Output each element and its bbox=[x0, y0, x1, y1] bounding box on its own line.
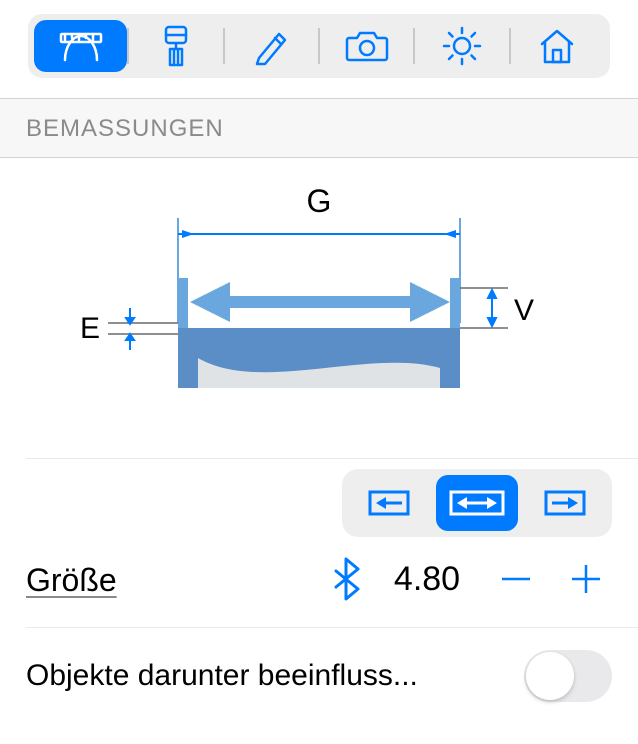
size-value[interactable]: 4.80 bbox=[384, 560, 470, 599]
sun-icon bbox=[441, 25, 483, 67]
toggle-knob bbox=[526, 652, 574, 700]
toolbar bbox=[28, 14, 610, 78]
alignment-segmented-control bbox=[342, 469, 612, 537]
align-left-icon bbox=[366, 488, 412, 518]
section-title: BEMASSUNGEN bbox=[26, 115, 224, 142]
size-value-line: 4.80 bbox=[330, 555, 612, 603]
align-center-icon bbox=[447, 488, 507, 518]
affect-objects-toggle[interactable] bbox=[524, 650, 612, 702]
measure-icon bbox=[55, 26, 107, 66]
align-left-option[interactable] bbox=[348, 475, 430, 531]
camera-tool[interactable] bbox=[320, 20, 413, 72]
affect-objects-label: Objekte darunter beeinfluss... bbox=[26, 659, 508, 693]
align-center-option[interactable] bbox=[436, 475, 518, 531]
size-label: Größe bbox=[26, 562, 117, 603]
pencil-icon bbox=[251, 26, 291, 66]
home-tool[interactable] bbox=[511, 20, 604, 72]
light-tool[interactable] bbox=[415, 20, 508, 72]
increase-button[interactable] bbox=[562, 555, 610, 603]
align-right-icon bbox=[542, 488, 588, 518]
camera-icon bbox=[345, 28, 389, 64]
house-icon bbox=[536, 26, 578, 66]
edit-tool[interactable] bbox=[225, 20, 318, 72]
diagram-label-g: G bbox=[307, 183, 332, 219]
brush-icon bbox=[156, 25, 196, 67]
plus-icon bbox=[566, 559, 606, 599]
top-toolbar bbox=[0, 0, 638, 98]
decrease-button[interactable] bbox=[492, 555, 540, 603]
align-right-option[interactable] bbox=[524, 475, 606, 531]
minus-icon bbox=[496, 559, 536, 599]
style-tool[interactable] bbox=[129, 20, 222, 72]
diagram-label-e: E bbox=[80, 312, 100, 345]
diagram-label-v: V bbox=[514, 294, 534, 327]
dimensions-tool[interactable] bbox=[34, 20, 127, 72]
bluetooth-icon bbox=[330, 557, 362, 601]
dimensions-diagram: G E V bbox=[0, 158, 638, 458]
section-header: BEMASSUNGEN bbox=[0, 98, 638, 158]
affect-objects-row: Objekte darunter beeinfluss... bbox=[0, 628, 638, 712]
size-row: Größe bbox=[0, 459, 638, 627]
